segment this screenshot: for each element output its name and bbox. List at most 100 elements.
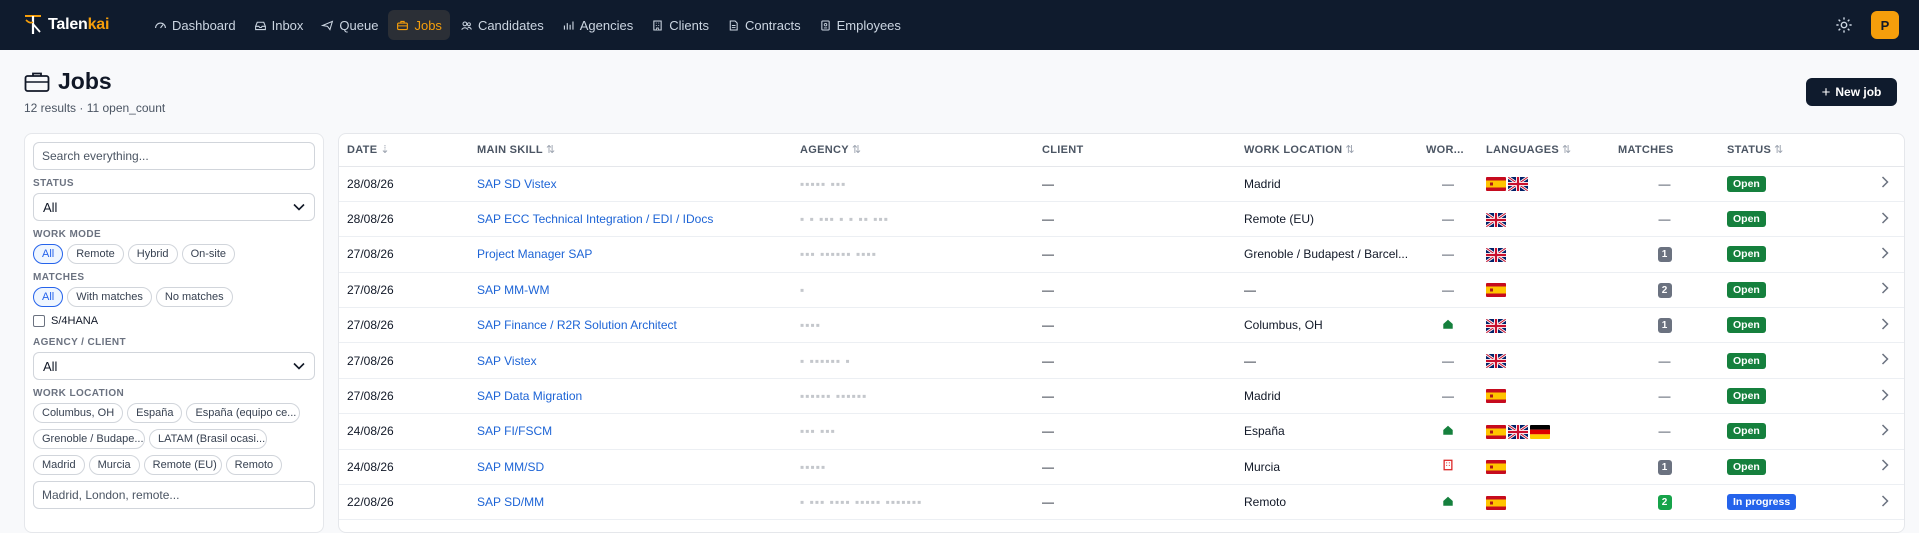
table-row[interactable]: 27/08/26 SAP Finance / R2R Solution Archi… [339,307,1904,344]
cell-client: — [1034,166,1236,202]
cell-main-skill[interactable]: SAP MM/SD [469,449,792,486]
cell-matches: — [1610,201,1719,238]
matches-count-badge[interactable]: 1 [1657,318,1672,334]
matches-count-badge[interactable]: 2 [1657,282,1672,298]
table-row[interactable]: 28/08/26 SAP ECC Technical Integration / … [339,201,1904,238]
search-input[interactable] [33,142,315,170]
matches-chip[interactable]: No matches [155,287,233,307]
jobs-table: DATE ⇣ MAIN SKILL ⇅ AGENCY ⇅ CLIENT WORK LO… [338,133,1905,533]
matches-count-badge[interactable]: 1 [1657,247,1672,263]
work-location-input[interactable] [33,481,315,509]
cell-main-skill[interactable]: SAP Vistex [469,342,792,379]
cell-agency: ▪ ▪▪▪▪▪▪ ▪ [792,342,1034,379]
cell-main-skill[interactable]: Project Manager SAP [469,236,792,273]
work-location-chip[interactable]: Remoto [225,455,283,475]
matches-chip[interactable]: All [33,287,64,307]
cell-matches: 1 [1610,236,1719,273]
status-badge: Open [1727,281,1766,298]
col-main-skill[interactable]: MAIN SKILL ⇅ [469,134,792,167]
s4hana-checkbox[interactable] [33,315,45,327]
row-open-chevron[interactable] [1863,378,1904,415]
table-row[interactable]: 24/08/26 SAP MM/SD ▪▪▪▪▪ — Murcia 1 Open [339,449,1904,486]
work-location-chip[interactable]: LATAM (Brasil ocasi... [149,429,267,449]
row-open-chevron[interactable] [1863,484,1904,521]
work-location-chip[interactable]: España (equipo ce... [186,403,301,423]
nav-item-employees[interactable]: Employees [811,10,909,40]
nav-item-label: Candidates [477,17,544,33]
work-location-chip[interactable]: España [127,403,183,423]
user-avatar[interactable]: P [1871,11,1899,39]
cell-work-location: Columbus, OH [1236,307,1418,344]
work-location-chip[interactable]: Murcia [88,455,140,475]
work-mode-chip[interactable]: Hybrid [127,244,178,264]
work-mode-chip[interactable]: All [33,244,64,264]
work-location-chip[interactable]: Columbus, OH [33,403,124,423]
table-row[interactable]: 24/08/26 SAP FI/FSCM ▪▪▪ ▪▪▪ — España — Open [339,413,1904,450]
cell-languages [1478,307,1610,344]
matches-chip[interactable]: With matches [67,287,152,307]
nav-item-agencies[interactable]: Agencies [554,10,641,40]
new-job-button[interactable]: + New job [1806,78,1897,106]
row-open-chevron[interactable] [1863,201,1904,238]
table-row[interactable]: 27/08/26 SAP Vistex ▪ ▪▪▪▪▪▪ ▪ — — — — Open [339,342,1904,379]
cell-matches: — [1610,166,1719,202]
cell-main-skill[interactable]: SAP SD Vistex [469,166,792,202]
table-row[interactable]: 27/08/26 Project Manager SAP ▪▪▪ ▪▪▪▪▪▪ ▪▪… [339,236,1904,273]
cell-main-skill[interactable]: SAP SD/MM [469,484,792,521]
nav-item-inbox[interactable]: Inbox [246,10,312,40]
brand-logo[interactable]: Talenkai [22,12,134,38]
row-open-chevron[interactable] [1863,449,1904,486]
nav-item-label: Clients [669,17,709,33]
table-row[interactable]: 28/08/26 SAP SD Vistex ▪▪▪▪▪ ▪▪▪ — Madrid — — O… [339,166,1904,202]
cell-main-skill[interactable]: SAP ECC Technical Integration / EDI / ID… [469,201,792,238]
matches-count-badge[interactable]: 1 [1657,459,1672,475]
page-title: Jobs [58,68,112,94]
nav-item-clients[interactable]: Clients [643,10,717,40]
badge-icon [820,20,830,30]
col-agency[interactable]: AGENCY ⇅ [792,134,1034,167]
cell-work-location: Madrid [1236,166,1418,202]
cell-agency: ▪▪▪▪ [792,307,1034,344]
col-status[interactable]: STATUS ⇅ [1719,134,1863,167]
nav-item-candidates[interactable]: Candidates [452,10,552,40]
col-languages[interactable]: LANGUAGES ⇅ [1478,134,1610,167]
plus-icon: + [1821,83,1831,101]
work-mode-chip[interactable]: Remote [67,244,124,264]
queue-icon [321,20,334,31]
cell-main-skill[interactable]: SAP Data Migration [469,378,792,415]
work-mode-chip[interactable]: On-site [181,244,236,264]
table-row[interactable]: 22/08/26 SAP SD/MM ▪ ▪▪▪ ▪▪▪▪ ▪▪▪▪▪ ▪▪▪▪▪▪… [339,484,1904,521]
nav-item-dashboard[interactable]: Dashboard [146,10,244,40]
cell-agency: ▪▪▪▪▪▪ ▪▪▪▪▪▪ [792,378,1034,415]
table-row[interactable]: 27/08/26 SAP Data Migration ▪▪▪▪▪▪ ▪▪▪▪▪▪ —… [339,378,1904,415]
work-location-chip[interactable]: Remote (EU) [143,455,222,475]
matches-count-badge[interactable]: 2 [1657,495,1672,511]
work-mode-empty: — [1442,282,1454,297]
cell-main-skill[interactable]: SAP FI/FSCM [469,413,792,450]
row-open-chevron[interactable] [1863,413,1904,450]
col-work-location[interactable]: WORK LOCATION ⇅ [1236,134,1418,167]
cell-status: Open [1719,342,1863,379]
cell-main-skill[interactable]: SAP MM-WM [469,272,792,309]
nav-item-jobs[interactable]: Jobs [388,10,450,40]
s4hana-checkbox-row[interactable]: S/4HANA [33,315,315,327]
matches-label: MATCHES [33,272,85,283]
row-open-chevron[interactable] [1863,307,1904,344]
work-location-chip[interactable]: Madrid [33,455,85,475]
row-open-chevron[interactable] [1863,272,1904,309]
work-location-chip[interactable]: Grenoble / Budape... [33,429,145,449]
cell-languages [1478,166,1610,202]
nav-item-queue[interactable]: Queue [313,10,386,40]
row-open-chevron[interactable] [1863,236,1904,273]
status-select[interactable]: All [33,193,315,221]
agency-client-select[interactable]: All [33,352,315,380]
nav-item-contracts[interactable]: Contracts [719,10,809,40]
table-row[interactable]: 27/08/26 SAP MM-WM ▪ — — —2 Open [339,272,1904,309]
agency-redacted: ▪ ▪▪▪ ▪▪▪▪ ▪▪▪▪▪ ▪▪▪▪▪▪▪ [800,495,923,510]
gear-icon[interactable] [1835,16,1853,34]
col-date[interactable]: DATE ⇣ [339,134,469,167]
row-open-chevron[interactable] [1863,342,1904,379]
cell-agency: ▪ ▪ ▪▪▪ ▪ ▪ ▪▪ ▪▪▪ [792,201,1034,238]
row-open-chevron[interactable] [1863,166,1904,202]
cell-main-skill[interactable]: SAP Finance / R2R Solution Architect [469,307,792,344]
